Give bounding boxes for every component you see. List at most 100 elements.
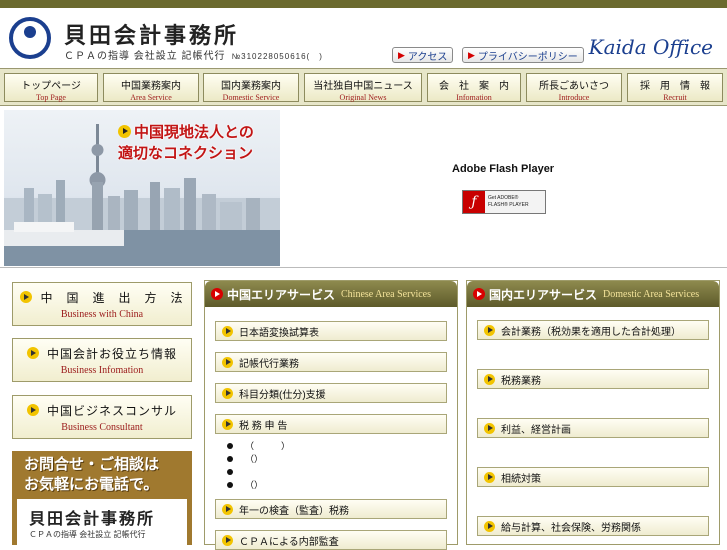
- service-item[interactable]: 税 務 申 告: [215, 414, 447, 434]
- nav-label-jp: 当社独自中国ニュース: [313, 81, 413, 92]
- play-icon: [473, 288, 485, 300]
- nav-label-en: Domestic Service: [222, 93, 280, 102]
- nav-original-news[interactable]: 当社独自中国ニュース Original News: [304, 73, 422, 102]
- service-label: 会計業務（税効果を適用した合計処理）: [501, 326, 681, 338]
- panel-header: 中国エリアサービス Chinese Area Services: [205, 281, 457, 307]
- sidebar-business-consultant[interactable]: 中国ビジネスコンサル Business Consultant: [12, 395, 192, 439]
- bullet-icon: [227, 468, 233, 475]
- service-label: 日本語変換試算表: [239, 327, 319, 339]
- play-icon: [484, 520, 495, 532]
- play-icon: [222, 534, 233, 546]
- nav-label-en: Top Page: [36, 93, 66, 102]
- list-item[interactable]: （）: [227, 478, 290, 491]
- domestic-area-services-panel: 国内エリアサービス Domestic Area Services 会計業務（税効…: [466, 280, 720, 545]
- flash-badge-line-2: FLASH® PLAYER: [488, 202, 529, 208]
- panel-title-en: Chinese Area Services: [341, 288, 431, 300]
- top-accent-bar: [0, 0, 727, 8]
- get-flash-player-button[interactable]: ƒ Get ADOBE® FLASH® PLAYER: [462, 190, 546, 214]
- list-item[interactable]: （）: [227, 452, 290, 465]
- china-area-services-panel: 中国エリアサービス Chinese Area Services 日本語変換試算表…: [204, 280, 458, 550]
- play-icon: [222, 418, 233, 430]
- nav-label-en: Area Service: [130, 93, 172, 102]
- nav-label-jp: トップページ: [21, 81, 81, 92]
- arrow-right-icon: ▶: [468, 49, 475, 60]
- nav-introduce[interactable]: 所長ごあいさつ Introduce: [526, 73, 622, 102]
- sidebar-business-information[interactable]: 中国会計お役立ち情報 Business Infomation: [12, 338, 192, 382]
- service-item[interactable]: 利益、経営計画: [477, 418, 709, 438]
- hero-line-2: 適切なコネクション: [118, 145, 254, 162]
- contact-line-2: お気軽にお電話で。: [24, 476, 159, 493]
- nav-label-jp: 国内業務案内: [221, 81, 281, 92]
- service-label: 記帳代行業務: [239, 358, 299, 370]
- sidebar-label-jp: 中 国 進 出 方 法: [13, 289, 191, 306]
- sidebar-label-text: 中国会計お役立ち情報: [46, 347, 177, 361]
- service-item[interactable]: 会計業務（税効果を適用した合計処理）: [477, 320, 709, 340]
- sidebar-business-with-china[interactable]: 中 国 進 出 方 法 Business with China: [12, 282, 192, 326]
- play-icon: [484, 373, 495, 385]
- play-icon: [484, 471, 495, 483]
- sidebar-label-en: Business Consultant: [61, 422, 143, 433]
- access-button[interactable]: ▶ アクセス: [392, 47, 454, 63]
- contact-card-tagline: ＣＰＡの指導 会社設立 記帳代行: [29, 530, 146, 539]
- nav-area-service[interactable]: 中国業務案内 Area Service: [103, 73, 199, 102]
- sidebar-label-jp: 中国ビジネスコンサル: [13, 402, 191, 419]
- privacy-policy-button[interactable]: ▶ プライバシーポリシー: [462, 47, 584, 63]
- service-item[interactable]: 税務業務: [477, 369, 709, 389]
- bullet-icon: [227, 481, 233, 488]
- panel-title-jp: 国内エリアサービス: [489, 287, 598, 302]
- nav-label-jp: 中国業務案内: [121, 81, 181, 92]
- service-label: 科目分類(仕分)支援: [239, 389, 326, 401]
- list-item[interactable]: （ ）: [227, 439, 290, 452]
- play-icon: [26, 404, 39, 416]
- service-item[interactable]: ＣＰＡによる内部監査: [215, 530, 447, 550]
- hero-line-1-text: 中国現地法人との: [134, 124, 254, 141]
- service-label: 税務業務: [501, 375, 541, 387]
- nav-information[interactable]: 会 社 案 内 Infomation: [427, 73, 521, 102]
- bullet-icon: [227, 455, 233, 462]
- service-item[interactable]: 年一の検査（監査）税務: [215, 499, 447, 519]
- list-item-text: （）: [245, 454, 264, 464]
- service-item[interactable]: 科目分類(仕分)支援: [215, 383, 447, 403]
- shanghai-skyline-image: 中国現地法人との 適切なコネクション: [4, 110, 280, 266]
- nav-recruit[interactable]: 採 用 情 報 Recruit: [627, 73, 723, 102]
- logo-icon[interactable]: [9, 17, 51, 59]
- service-label: 税 務 申 告: [239, 420, 288, 432]
- hero-headline: 中国現地法人との 適切なコネクション: [118, 122, 254, 164]
- sidebar-label-en: Business with China: [60, 309, 144, 320]
- nav-label-jp: 会 社 案 内: [439, 81, 509, 92]
- service-label: 相続対策: [501, 473, 541, 485]
- play-icon: [20, 291, 33, 303]
- service-item[interactable]: 給与計算、社会保険、労務関係: [477, 516, 709, 536]
- list-item-text: （ ）: [245, 441, 291, 451]
- nav-label-en: Recruit: [663, 93, 687, 102]
- service-item[interactable]: 日本語変換試算表: [215, 321, 447, 341]
- play-icon: [222, 356, 233, 368]
- nav-label-jp: 所長ごあいさつ: [539, 81, 609, 92]
- play-icon: [118, 125, 131, 138]
- play-icon: [484, 324, 495, 336]
- arrow-right-icon: ▶: [398, 49, 405, 60]
- nav-top-page[interactable]: トップページ Top Page: [4, 73, 98, 102]
- contact-banner[interactable]: お問合せ・ご相談は お気軽にお電話で。 貝田会計事務所 ＣＰＡの指導 会社設立 …: [12, 451, 192, 545]
- sidebar-label-en: Business Infomation: [60, 365, 144, 376]
- sidebar-label-text: 中 国 進 出 方 法: [40, 291, 184, 305]
- contact-card: 貝田会計事務所 ＣＰＡの指導 会社設立 記帳代行: [17, 499, 187, 545]
- hero-line-1: 中国現地法人との: [118, 122, 254, 143]
- sidebar-label-text: 中国ビジネスコンサル: [46, 404, 177, 418]
- nav-label-en: Infomation: [456, 93, 492, 102]
- access-label: アクセス: [407, 51, 448, 63]
- office-name-logo: Kaida Office: [588, 35, 713, 59]
- panel-title-en: Domestic Area Services: [603, 288, 700, 300]
- main-nav: トップページ Top Page 中国業務案内 Area Service 国内業務案内…: [0, 68, 727, 106]
- list-item[interactable]: [227, 465, 290, 478]
- nav-domestic-service[interactable]: 国内業務案内 Domestic Service: [203, 73, 299, 102]
- service-item[interactable]: 記帳代行業務: [215, 352, 447, 372]
- flash-player-label: Adobe Flash Player: [452, 163, 555, 175]
- tax-filing-sublist: （ ） （） （）: [227, 439, 290, 491]
- service-label: ＣＰＡによる内部監査: [239, 536, 339, 548]
- flash-icon: ƒ: [463, 191, 485, 213]
- contact-text: お問合せ・ご相談は お気軽にお電話で。: [12, 451, 192, 495]
- hero-section: 中国現地法人との 適切なコネクション Adobe Flash Player ƒ …: [0, 106, 727, 268]
- site-header: 貝田会計事務所 ＣＰＡの指導 会社設立 記帳代行 №310228050616( )…: [0, 8, 727, 68]
- service-item[interactable]: 相続対策: [477, 467, 709, 487]
